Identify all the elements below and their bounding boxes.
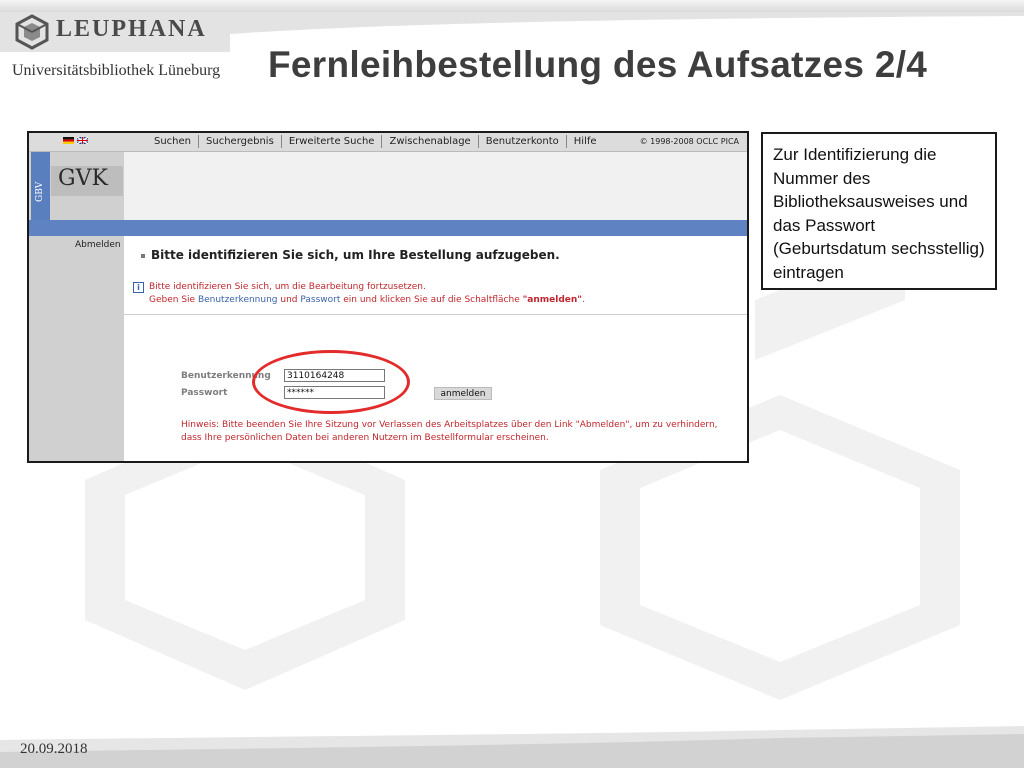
embedded-screenshot: Suchen Suchergebnis Erweiterte Suche Zwi…	[27, 131, 749, 463]
header-area	[124, 152, 747, 220]
footer-swoosh	[0, 726, 1024, 768]
top-navigation: Suchen Suchergebnis Erweiterte Suche Zwi…	[29, 133, 747, 152]
nav-suchergebnis[interactable]: Suchergebnis	[198, 135, 281, 148]
logout-link[interactable]: Abmelden	[75, 240, 121, 250]
divider	[124, 314, 747, 315]
msg-pass-term: Passwort	[300, 295, 341, 305]
leuphana-logo-icon	[15, 14, 49, 50]
logo-wordmark: LEUPHANA	[56, 16, 207, 42]
page-heading: Bitte identifizieren Sie sich, um Ihre B…	[141, 248, 560, 262]
nav-menu: Suchen Suchergebnis Erweiterte Suche Zwi…	[147, 135, 604, 148]
library-name: Universitätsbibliothek Lüneburg	[12, 62, 221, 79]
msg-user-term: Benutzerkennung	[197, 295, 278, 305]
german-flag-icon[interactable]	[63, 137, 74, 144]
gbv-logo: GBV	[31, 152, 50, 220]
slide-date: 20.09.2018	[20, 741, 88, 757]
copyright-notice: © 1998-2008 OCLC PICA	[639, 137, 739, 146]
gvk-logo: GVK	[58, 166, 108, 191]
left-sidebar: GBV GVK	[29, 152, 124, 461]
login-button[interactable]: anmelden	[434, 387, 492, 400]
slide-title: Fernleihbestellung des Aufsatzes 2/4	[268, 44, 928, 85]
nav-zwischenablage[interactable]: Zwischenablage	[381, 135, 477, 148]
info-icon: i	[133, 282, 144, 293]
msg-and: und	[277, 295, 301, 305]
callout-box: Zur Identifizierung die Nummer des Bibli…	[761, 132, 997, 290]
logout-hint: Hinweis: Bitte beenden Sie Ihre Sitzung …	[181, 420, 718, 443]
language-flags	[63, 137, 88, 144]
msg-end: .	[581, 295, 585, 305]
nav-erweiterte-suche[interactable]: Erweiterte Suche	[280, 135, 382, 148]
highlight-ellipse	[252, 350, 410, 414]
gbv-label: GBV	[35, 181, 45, 202]
nav-suchen[interactable]: Suchen	[147, 135, 198, 148]
page-heading-text: Bitte identifizieren Sie sich, um Ihre B…	[151, 248, 560, 262]
msg-prefix: Geben Sie	[149, 295, 198, 305]
password-label: Passwort	[181, 388, 228, 398]
nav-benutzerkonto[interactable]: Benutzerkonto	[477, 135, 566, 148]
message-line-2: Geben Sie Benutzerkennung und Passwort e…	[149, 294, 585, 307]
message-line-1: Bitte identifizieren Sie sich, um die Be…	[149, 282, 426, 292]
msg-mid: ein und klicken Sie auf die Schaltfläche	[340, 295, 523, 305]
msg-button-term: "anmelden"	[522, 295, 582, 305]
bullet-icon	[141, 253, 145, 258]
login-message: Bitte identifizieren Sie sich, um die Be…	[149, 281, 585, 307]
blue-bar	[29, 220, 747, 236]
nav-hilfe[interactable]: Hilfe	[565, 135, 604, 148]
uk-flag-icon[interactable]	[77, 137, 88, 144]
